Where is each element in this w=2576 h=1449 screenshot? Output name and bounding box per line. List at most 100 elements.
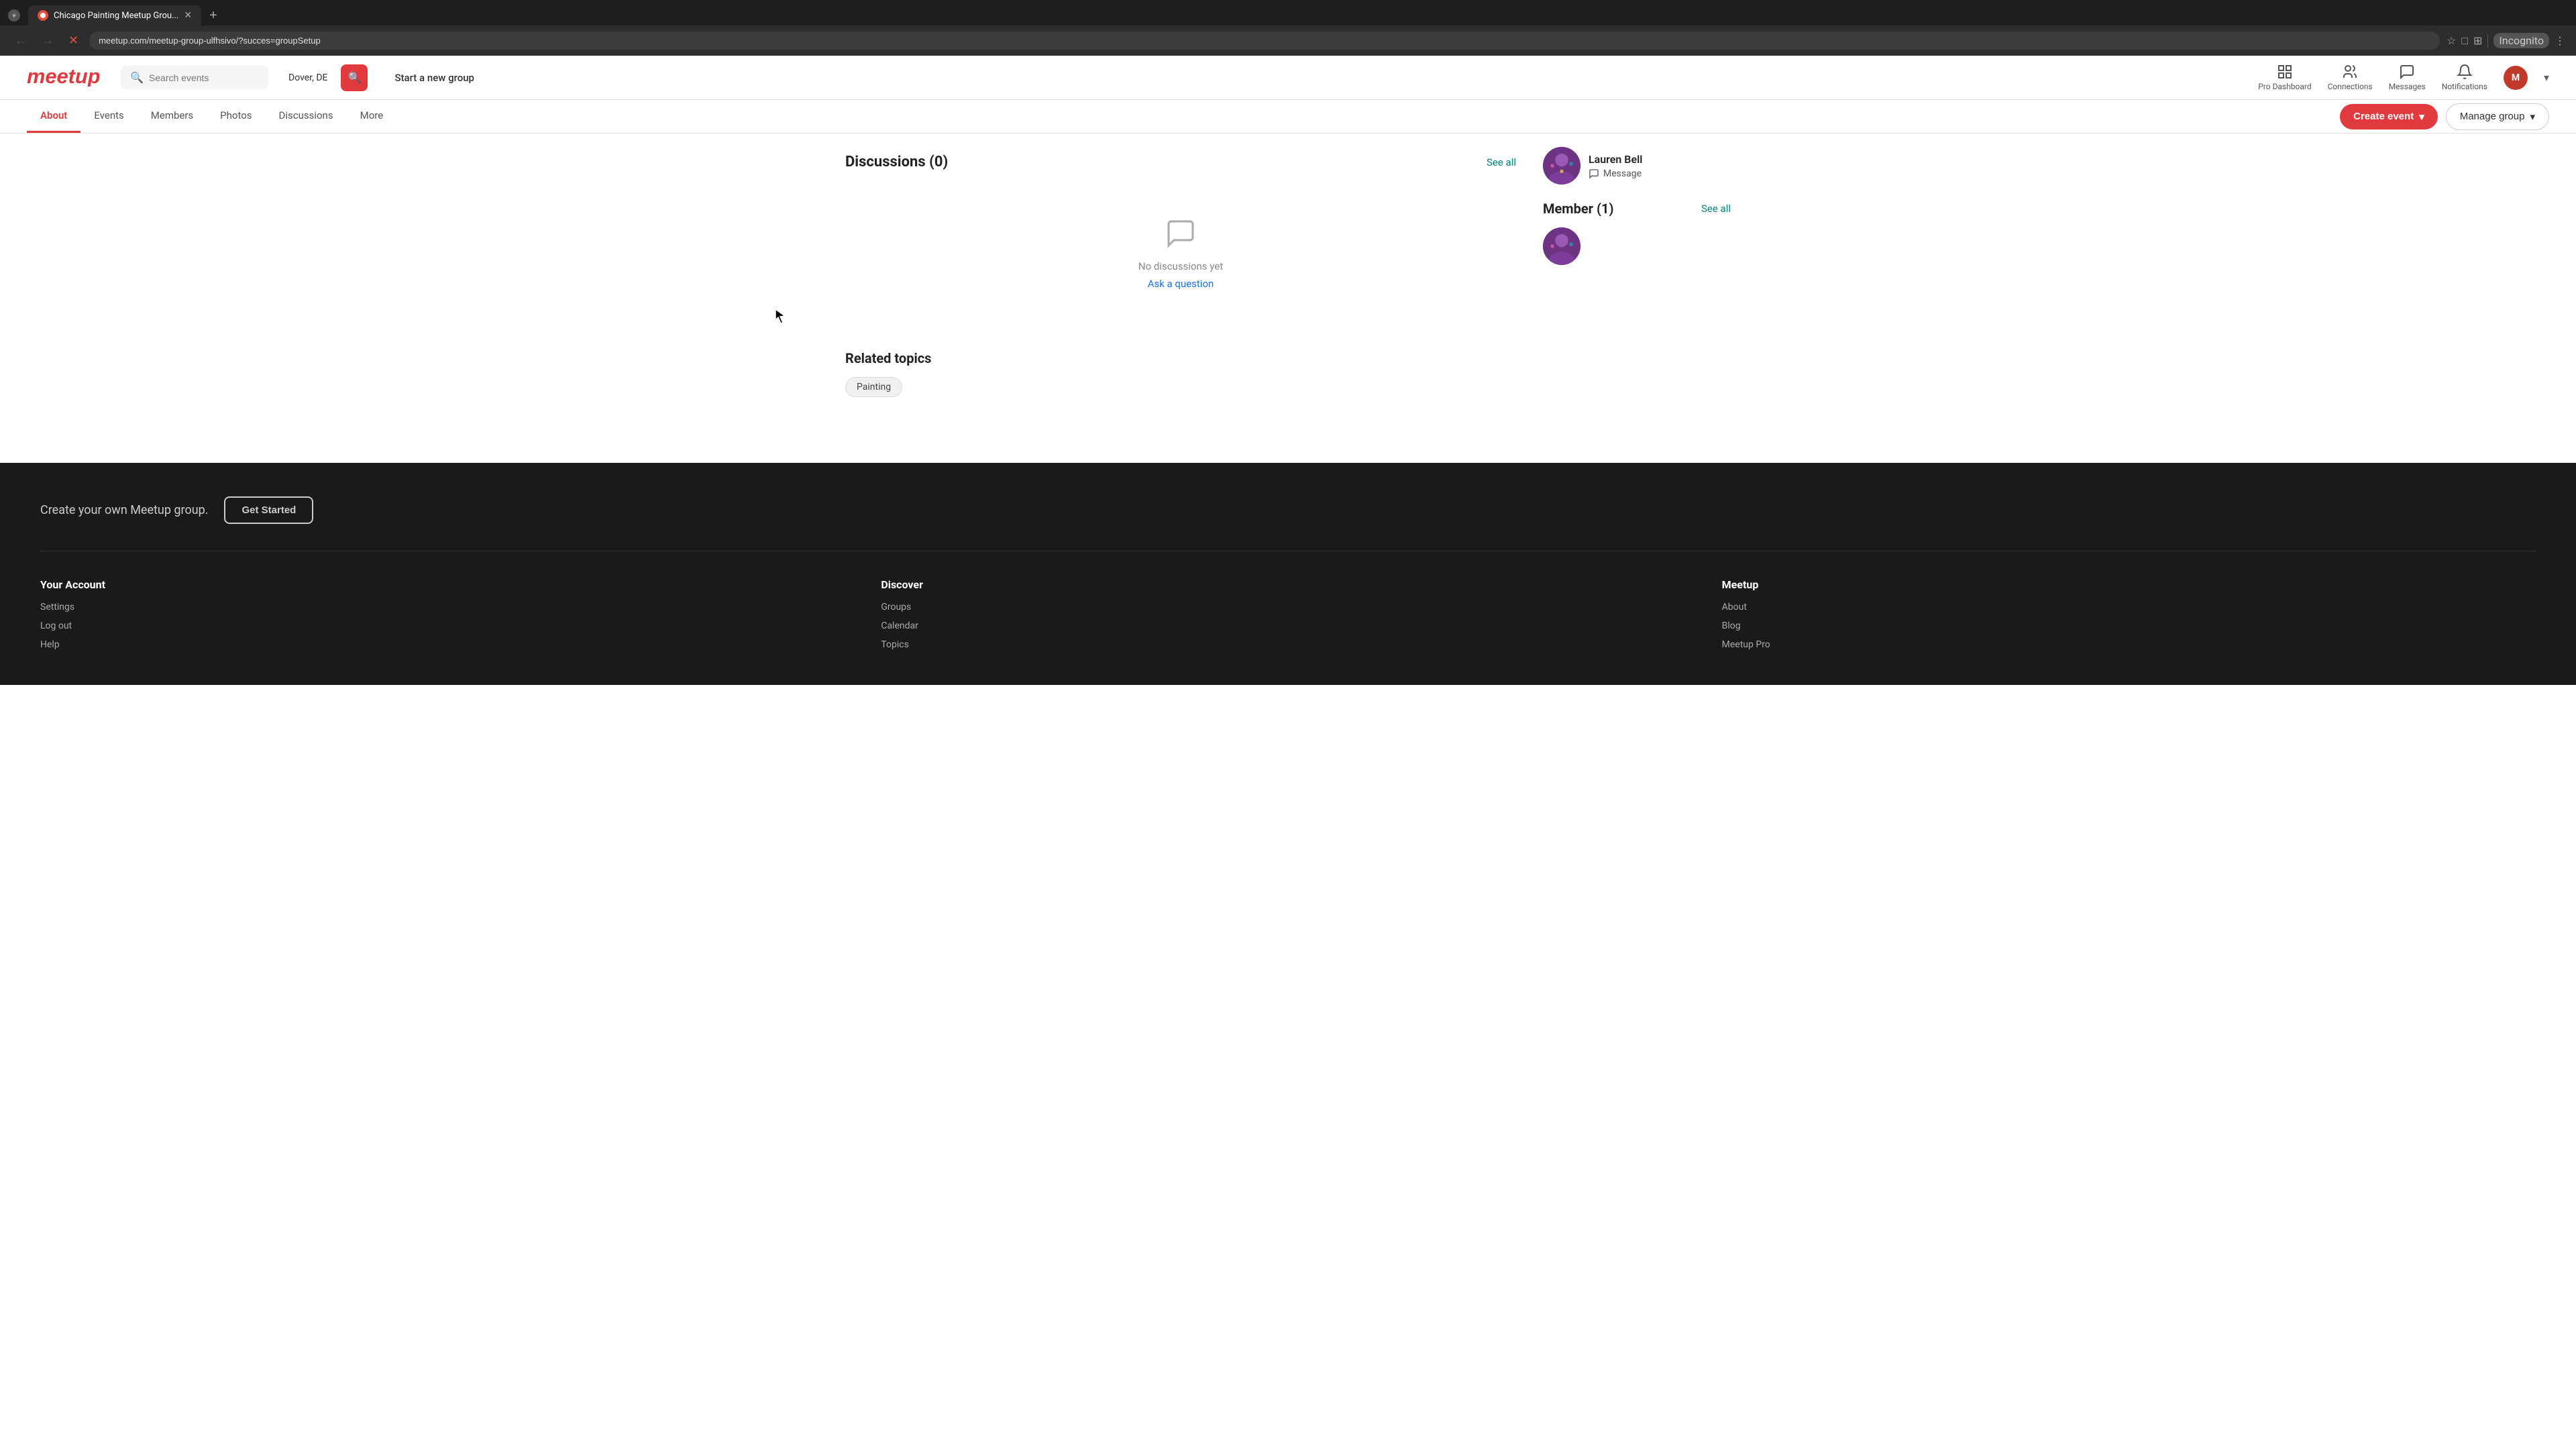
footer-cta-text: Create your own Meetup group.	[40, 503, 208, 517]
organizer-item: Lauren Bell Message	[1543, 147, 1731, 184]
related-topics-section: Related topics Painting	[845, 350, 1516, 402]
pro-dashboard-label: Pro Dashboard	[2258, 82, 2311, 91]
cursor	[773, 308, 787, 327]
tab-title: Chicago Painting Meetup Grou...	[54, 11, 178, 21]
member-section: Member (1) See all	[1543, 201, 1731, 265]
topics-list: Painting	[845, 377, 1516, 402]
footer-column-discover: Discover Groups Calendar Topics	[881, 578, 1695, 658]
no-discussions-text: No discussions yet	[1138, 260, 1223, 272]
pro-dashboard-nav[interactable]: Pro Dashboard	[2258, 64, 2311, 91]
avatar-initials: M	[2512, 72, 2520, 83]
manage-group-label: Manage group	[2460, 111, 2525, 122]
empty-discussions: No discussions yet Ask a question	[845, 184, 1516, 323]
bookmark-icon[interactable]: ☆	[2447, 34, 2456, 47]
connections-nav[interactable]: Connections	[2328, 64, 2373, 91]
new-tab-button[interactable]: +	[204, 8, 223, 23]
discussions-section: Discussions (0) See all No discussions y…	[845, 154, 1516, 323]
footer-account-title: Your Account	[40, 578, 854, 591]
right-column: Lauren Bell Message Member (1) See all	[1543, 133, 1731, 423]
browser-chrome: ▾ Chicago Painting Meetup Grou... ✕ + ← …	[0, 0, 2576, 56]
member-avatar	[1543, 227, 1580, 265]
browser-more-icon[interactable]: ⋮	[2555, 34, 2565, 47]
extensions-icon[interactable]: □	[2461, 34, 2468, 48]
search-bar[interactable]: 🔍	[121, 66, 268, 89]
back-button[interactable]: ←	[11, 31, 31, 50]
reload-button[interactable]: ✕	[64, 31, 83, 50]
ask-question-link[interactable]: Ask a question	[1148, 278, 1214, 290]
organizer-name: Lauren Bell	[1589, 153, 1642, 166]
active-tab[interactable]: Chicago Painting Meetup Grou... ✕	[28, 5, 201, 25]
topic-tag-painting[interactable]: Painting	[845, 377, 902, 397]
messages-icon	[2399, 64, 2415, 80]
forward-button[interactable]: →	[38, 31, 58, 50]
tab-list-button[interactable]: ▾	[8, 9, 20, 21]
footer-meetup-pro-link[interactable]: Meetup Pro	[1722, 639, 2536, 650]
sub-nav-events[interactable]: Events	[80, 100, 137, 133]
site-header: meetup 🔍 Dover, DE 🔍 Start a new group P…	[0, 56, 2576, 100]
messages-label: Messages	[2389, 82, 2426, 91]
messages-nav[interactable]: Messages	[2389, 64, 2426, 91]
manage-group-chevron: ▾	[2530, 111, 2535, 123]
main-content: Discussions (0) See all No discussions y…	[818, 133, 1758, 423]
create-event-label: Create event	[2353, 111, 2414, 122]
footer-topics-link[interactable]: Topics	[881, 639, 1695, 650]
sub-nav-more[interactable]: More	[347, 100, 397, 133]
chat-bubble-icon	[1165, 217, 1197, 250]
footer-grid: Your Account Settings Log out Help Disco…	[40, 578, 2536, 658]
footer-discover-title: Discover	[881, 578, 1695, 591]
footer: Create your own Meetup group. Get Starte…	[0, 463, 2576, 685]
header-dropdown-arrow[interactable]: ▾	[2544, 71, 2549, 84]
window-icon[interactable]: ⊞	[2473, 34, 2482, 47]
search-button-icon: 🔍	[348, 71, 362, 85]
tab-bar: ▾ Chicago Painting Meetup Grou... ✕ +	[0, 0, 2576, 25]
create-event-chevron: ▾	[2419, 111, 2424, 123]
member-see-all[interactable]: See all	[1701, 203, 1731, 215]
logo[interactable]: meetup	[27, 64, 101, 91]
message-link[interactable]: Message	[1589, 168, 1642, 179]
connections-label: Connections	[2328, 82, 2373, 91]
search-input[interactable]	[149, 72, 256, 83]
organizer-avatar	[1543, 147, 1580, 184]
footer-settings-link[interactable]: Settings	[40, 602, 854, 612]
incognito-badge: Incognito	[2493, 33, 2549, 48]
sub-nav-photos[interactable]: Photos	[207, 100, 265, 133]
svg-text:meetup: meetup	[27, 64, 101, 87]
header-nav: Pro Dashboard Connections Messages Notif…	[2258, 64, 2549, 91]
url-bar[interactable]	[89, 32, 2440, 50]
notifications-nav[interactable]: Notifications	[2442, 64, 2487, 91]
manage-group-button[interactable]: Manage group ▾	[2446, 103, 2549, 130]
discussions-see-all[interactable]: See all	[1487, 156, 1516, 168]
footer-logout-link[interactable]: Log out	[40, 621, 854, 631]
get-started-button[interactable]: Get Started	[224, 496, 313, 524]
footer-blog-link[interactable]: Blog	[1722, 621, 2536, 631]
discussions-header: Discussions (0) See all	[845, 154, 1516, 170]
avatar[interactable]: M	[2504, 66, 2528, 90]
member-avatar-placeholder	[1543, 227, 1580, 265]
tab-close-button[interactable]: ✕	[184, 10, 192, 21]
search-button[interactable]: 🔍	[341, 64, 368, 91]
sub-nav-members[interactable]: Members	[138, 100, 207, 133]
address-bar: ← → ✕ ☆ □ ⊞ Incognito ⋮	[0, 25, 2576, 56]
footer-groups-link[interactable]: Groups	[881, 602, 1695, 612]
search-icon: 🔍	[130, 71, 144, 84]
footer-column-account: Your Account Settings Log out Help	[40, 578, 854, 658]
message-label: Message	[1603, 168, 1642, 179]
sub-nav-about[interactable]: About	[27, 100, 80, 133]
browser-actions: ☆ □ ⊞ Incognito ⋮	[2447, 33, 2565, 48]
footer-column-meetup: Meetup About Blog Meetup Pro	[1722, 578, 2536, 658]
footer-calendar-link[interactable]: Calendar	[881, 621, 1695, 631]
start-new-group-link[interactable]: Start a new group	[394, 72, 474, 84]
discussions-title: Discussions (0)	[845, 154, 948, 170]
footer-meetup-title: Meetup	[1722, 578, 2536, 591]
footer-help-link[interactable]: Help	[40, 639, 854, 650]
left-column: Discussions (0) See all No discussions y…	[845, 133, 1516, 423]
pro-dashboard-icon	[2277, 64, 2293, 80]
create-event-button[interactable]: Create event ▾	[2340, 104, 2438, 129]
sub-nav: About Events Members Photos Discussions …	[0, 100, 2576, 133]
related-topics-title: Related topics	[845, 350, 1516, 366]
sub-nav-discussions[interactable]: Discussions	[266, 100, 347, 133]
organizer-info: Lauren Bell Message	[1589, 153, 1642, 179]
organizer-section: Lauren Bell Message	[1543, 147, 1731, 184]
footer-about-link[interactable]: About	[1722, 602, 2536, 612]
organizer-avatar-placeholder	[1543, 147, 1580, 184]
